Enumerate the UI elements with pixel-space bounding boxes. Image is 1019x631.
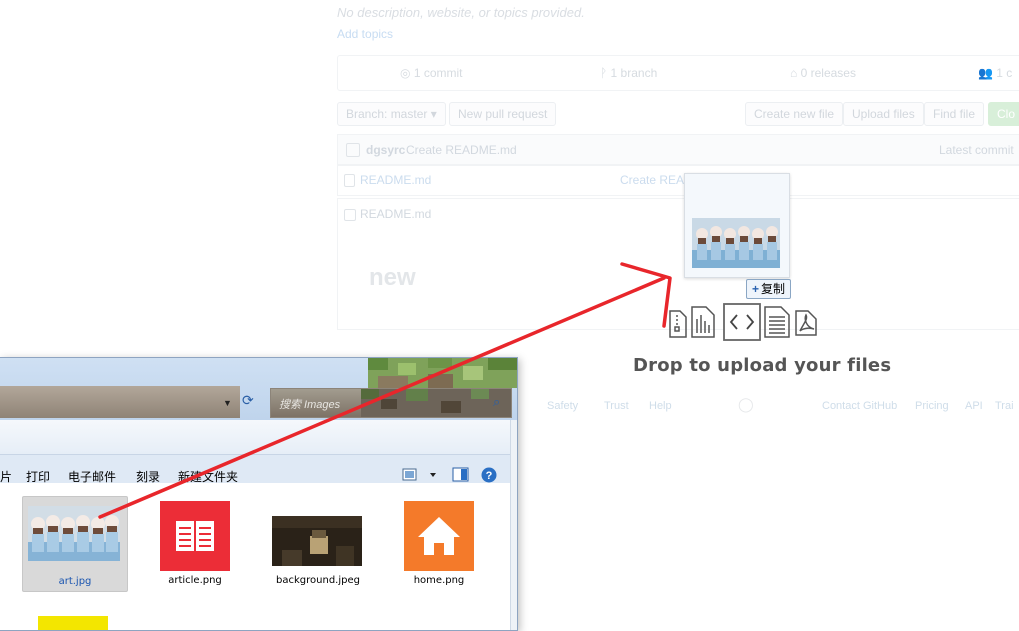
- upload-files-button[interactable]: Upload files: [843, 102, 924, 126]
- preview-pane-icon: [452, 467, 469, 482]
- search-icon[interactable]: ⌕: [493, 394, 500, 410]
- address-dropdown-icon[interactable]: ▼: [223, 398, 232, 408]
- dragged-image-thumbnail[interactable]: [684, 173, 790, 278]
- plus-icon: +: [752, 282, 760, 296]
- clone-button[interactable]: Clo: [988, 102, 1019, 126]
- code-file-icon: [723, 303, 761, 341]
- file-tile-home[interactable]: home.png: [394, 497, 484, 591]
- create-new-file-button[interactable]: Create new file: [745, 102, 844, 126]
- background-thumbnail: [272, 516, 362, 566]
- view-controls: ?: [402, 467, 497, 483]
- readme-header: README.md: [360, 207, 432, 221]
- branches-stat[interactable]: ᚹ 1 branch: [600, 66, 657, 80]
- file-area: art.jpg article.png background.jpeg home…: [0, 483, 510, 630]
- view-mode-icon: [402, 468, 417, 481]
- repo-stats-bar: ◎ 1 commit ᚹ 1 branch ⌂ 0 releases 👥 1 c: [337, 55, 1019, 91]
- latest-commit-label: Latest commit: [939, 143, 1014, 157]
- home-icon: [404, 501, 474, 571]
- commit-message[interactable]: Create README.md: [406, 143, 517, 157]
- explorer-toolbar: [0, 420, 517, 455]
- help-icon: ?: [481, 467, 497, 483]
- file-name-home: home.png: [413, 575, 465, 586]
- text-file-icon: [764, 306, 790, 338]
- branch-icon: ᚹ: [600, 66, 611, 80]
- file-name[interactable]: README.md: [360, 173, 431, 187]
- releases-stat[interactable]: ⌂ 0 releases: [790, 66, 856, 80]
- file-tile-art[interactable]: art.jpg: [22, 496, 128, 592]
- file-icon: [344, 174, 355, 187]
- file-tile-article[interactable]: article.png: [150, 497, 240, 591]
- file-name-background: background.jpeg: [276, 575, 360, 586]
- file-tile-background[interactable]: background.jpeg: [266, 497, 370, 591]
- drop-upload-text: Drop to upload your files: [633, 355, 892, 376]
- contributors-stat[interactable]: 👥 1 c: [978, 66, 1012, 80]
- file-name-art: art.jpg: [58, 576, 92, 587]
- refresh-icon[interactable]: ⟳: [242, 392, 254, 409]
- find-file-button[interactable]: Find file: [924, 102, 985, 126]
- footer-link-contact[interactable]: Contact GitHub: [822, 400, 897, 412]
- file-name-article: article.png: [168, 575, 222, 586]
- footer-link-training[interactable]: Trai: [995, 400, 1014, 412]
- book-icon: [344, 209, 356, 221]
- latest-commit-row: dgsyrc Create README.md Latest commit: [337, 134, 1019, 166]
- explorer-scrollbar[interactable]: [510, 420, 517, 630]
- footer-link-trust[interactable]: Trust: [604, 400, 629, 412]
- add-topics-link[interactable]: Add topics: [337, 27, 393, 41]
- footer-link-pricing[interactable]: Pricing: [915, 400, 949, 412]
- file-tile-partial[interactable]: [38, 616, 108, 630]
- file-type-icons: [669, 303, 817, 341]
- book-icon: [160, 501, 230, 571]
- repo-description: No description, website, or topics provi…: [337, 5, 585, 20]
- branch-select-button[interactable]: Branch: master ▾: [337, 102, 446, 126]
- zip-file-icon: [669, 310, 687, 338]
- avatar: [346, 143, 360, 157]
- people-icon: 👥: [978, 66, 997, 80]
- commits-stat[interactable]: ◎ 1 commit: [400, 66, 463, 80]
- search-box-pixels: [361, 389, 511, 417]
- view-dropdown-icon: [430, 473, 436, 477]
- art-thumbnail: [28, 506, 120, 561]
- github-logo-icon[interactable]: ◯: [738, 396, 754, 413]
- copy-badge: + 复制: [746, 279, 792, 299]
- commit-author[interactable]: dgsyrc: [366, 143, 405, 157]
- footer-link-api[interactable]: API: [965, 400, 983, 412]
- dragged-image-preview: [692, 218, 780, 268]
- copy-label: 复制: [761, 282, 786, 296]
- readme-heading: new: [369, 264, 416, 291]
- explorer-window: ▼ ⟳ 搜索 Images ⌕ 片 打印 电子邮件 刻录 新建文件夹 ? art…: [0, 357, 518, 631]
- window-background-pixels: [368, 358, 517, 388]
- search-box[interactable]: 搜索 Images ⌕: [270, 388, 512, 418]
- footer-link-safety[interactable]: Safety: [547, 400, 578, 412]
- pdf-file-icon: [795, 310, 817, 336]
- footer-link-help[interactable]: Help: [649, 400, 672, 412]
- svg-text:?: ?: [486, 470, 493, 482]
- commit-icon: ◎: [400, 66, 414, 80]
- search-input[interactable]: 搜索 Images: [279, 396, 340, 412]
- new-pull-request-button[interactable]: New pull request: [449, 102, 557, 126]
- chart-file-icon: [691, 306, 715, 338]
- address-bar[interactable]: [0, 386, 240, 418]
- tag-icon: ⌂: [790, 66, 801, 80]
- file-row[interactable]: README.md Create README.md: [337, 164, 1019, 196]
